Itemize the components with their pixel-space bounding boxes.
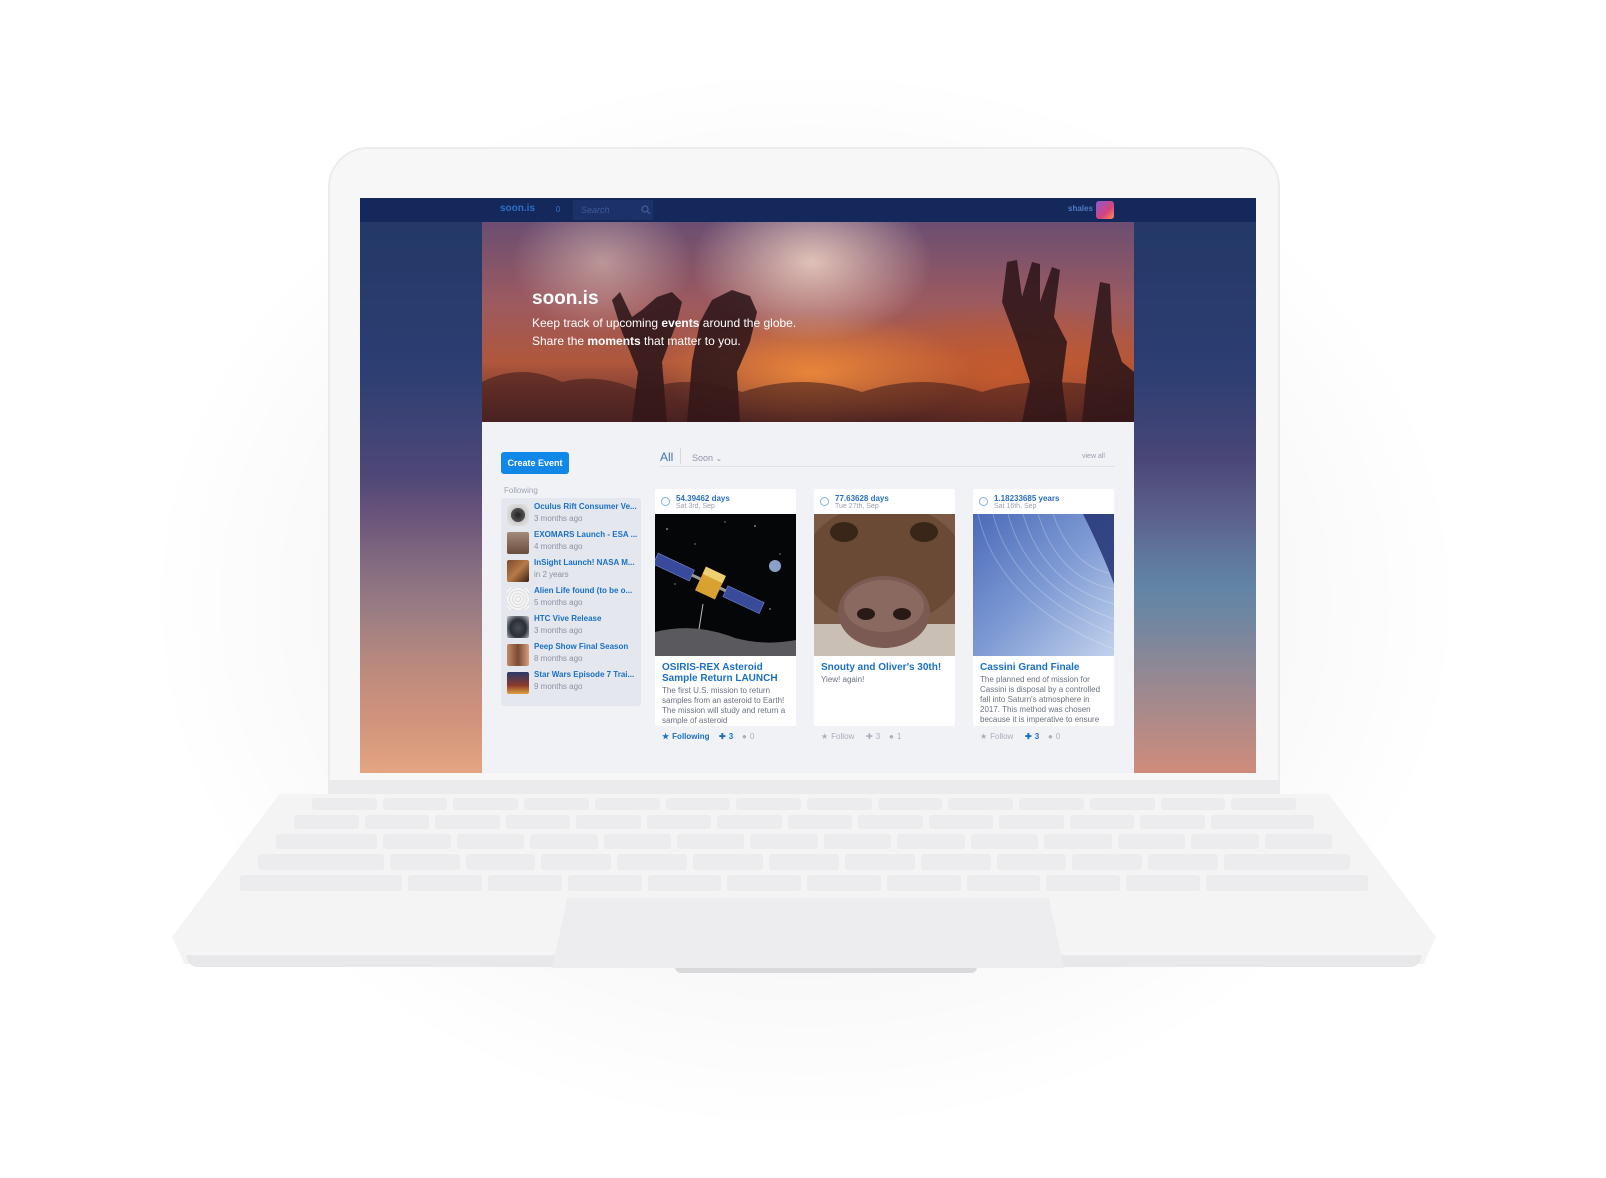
- event-countdown: 77.63628 days: [835, 494, 889, 503]
- filter-all-tab[interactable]: All: [660, 450, 673, 464]
- event-description: The first U.S. mission to return samples…: [662, 686, 786, 725]
- background-glow-left: [360, 478, 482, 773]
- following-item-alien-life[interactable]: Alien Life found (to be o... 5 months ag…: [507, 586, 639, 614]
- hero-title: soon.is: [532, 288, 599, 309]
- comment-icon: ●: [1048, 732, 1053, 741]
- comment-count[interactable]: ● 0: [742, 732, 754, 741]
- following-item-title[interactable]: Star Wars Episode 7 Trai...: [534, 670, 638, 679]
- view-all-link[interactable]: view all: [1082, 453, 1105, 460]
- following-item-time: 3 months ago: [534, 626, 583, 635]
- plus-icon: ✚: [866, 732, 873, 741]
- event-title[interactable]: Snouty and Oliver's 30th!: [821, 662, 951, 673]
- clock-icon: [979, 497, 988, 506]
- following-item-title[interactable]: HTC Vive Release: [534, 614, 638, 623]
- following-thumb: [507, 588, 529, 610]
- hero-tagline-line1: Keep track of upcoming events around the…: [532, 316, 797, 330]
- following-item-time: in 2 years: [534, 570, 569, 579]
- comment-icon: ●: [889, 732, 894, 741]
- star-icon: ★: [662, 732, 670, 741]
- filter-divider: [680, 448, 681, 464]
- event-date: Tue 27th, Sep: [835, 503, 879, 510]
- top-navbar: soon.is 0 shales: [360, 198, 1256, 222]
- event-date: Sat 16th, Sep: [994, 503, 1037, 510]
- following-item-title[interactable]: InSight Launch! NASA M...: [534, 558, 638, 567]
- following-item-title[interactable]: EXOMARS Launch - ESA ...: [534, 530, 638, 539]
- create-event-button[interactable]: Create Event: [501, 452, 569, 474]
- chevron-down-icon: ⌄: [715, 454, 723, 463]
- plus-count[interactable]: ✚ 3: [1025, 732, 1039, 741]
- following-thumb: [507, 616, 529, 638]
- search-icon[interactable]: [640, 204, 652, 216]
- event-description: Yiew! again!: [821, 675, 865, 684]
- follow-button[interactable]: ★ Follow: [980, 732, 1013, 741]
- following-thumb: [507, 672, 529, 694]
- event-card[interactable]: 1.18233685 years Sat 16th, Sep Cassini G…: [973, 489, 1114, 726]
- following-label: Following: [504, 486, 538, 495]
- following-item-insight[interactable]: InSight Launch! NASA M... in 2 years: [507, 558, 639, 586]
- following-item-star-wars[interactable]: Star Wars Episode 7 Trai... 9 months ago: [507, 670, 639, 698]
- event-image[interactable]: [973, 514, 1114, 656]
- following-list: Oculus Rift Consumer Ve... 3 months ago …: [501, 498, 641, 706]
- star-icon: ★: [821, 732, 829, 741]
- following-item-title[interactable]: Alien Life found (to be o...: [534, 586, 638, 595]
- following-thumb: [507, 560, 529, 582]
- event-description: The planned end of mission for Cassini i…: [980, 675, 1101, 724]
- following-item-oculus[interactable]: Oculus Rift Consumer Ve... 3 months ago: [507, 502, 639, 530]
- event-image[interactable]: [655, 514, 796, 656]
- notification-count[interactable]: 0: [550, 198, 566, 222]
- username[interactable]: shales: [1068, 204, 1093, 213]
- following-item-time: 8 months ago: [534, 654, 583, 663]
- plus-icon: ✚: [719, 732, 726, 741]
- star-icon: ★: [980, 732, 988, 741]
- following-item-exomars[interactable]: EXOMARS Launch - ESA ... 4 months ago: [507, 530, 639, 558]
- clock-icon: [661, 497, 670, 506]
- following-item-time: 5 months ago: [534, 598, 583, 607]
- background-glow-right: [1134, 458, 1256, 773]
- follow-button[interactable]: ★ Follow: [821, 732, 854, 741]
- comment-count[interactable]: ● 1: [889, 732, 901, 741]
- filter-soon-dropdown[interactable]: Soon ⌄: [692, 453, 722, 463]
- following-item-title[interactable]: Peep Show Final Season: [534, 642, 638, 651]
- comment-count[interactable]: ● 0: [1048, 732, 1060, 741]
- event-countdown: 1.18233685 years: [994, 494, 1060, 503]
- laptop-hinge: [328, 780, 1280, 794]
- following-item-time: 3 months ago: [534, 514, 583, 523]
- main-page: soon.is Keep track of upcoming events ar…: [482, 222, 1134, 773]
- nav-logo[interactable]: soon.is: [500, 203, 535, 214]
- hero-tagline-line2: Share the moments that matter to you.: [532, 334, 741, 348]
- event-card[interactable]: 54.39462 days Sat 3rd, Sep OSIRIS-REX As…: [655, 489, 796, 726]
- user-avatar[interactable]: [1096, 201, 1114, 219]
- following-item-htc-vive[interactable]: HTC Vive Release 3 months ago: [507, 614, 639, 642]
- following-item-peep-show[interactable]: Peep Show Final Season 8 months ago: [507, 642, 639, 670]
- event-date: Sat 3rd, Sep: [676, 503, 715, 510]
- following-item-time: 4 months ago: [534, 542, 583, 551]
- following-thumb: [507, 504, 529, 526]
- event-title[interactable]: Cassini Grand Finale: [980, 662, 1110, 673]
- event-title[interactable]: OSIRIS-REX Asteroid Sample Return LAUNCH: [662, 662, 792, 684]
- event-image[interactable]: [814, 514, 955, 656]
- filter-soon-label: Soon: [692, 453, 714, 463]
- following-thumb: [507, 644, 529, 666]
- event-card[interactable]: 77.63628 days Tue 27th, Sep Snouty and O…: [814, 489, 955, 726]
- plus-count[interactable]: ✚ 3: [719, 732, 733, 741]
- clock-icon: [820, 497, 829, 506]
- following-item-title[interactable]: Oculus Rift Consumer Ve...: [534, 502, 638, 511]
- event-countdown: 54.39462 days: [676, 494, 730, 503]
- touchpad: [552, 898, 1064, 968]
- hero-banner: soon.is Keep track of upcoming events ar…: [482, 222, 1134, 422]
- plus-count[interactable]: ✚ 3: [866, 732, 880, 741]
- plus-icon: ✚: [1025, 732, 1032, 741]
- comment-icon: ●: [742, 732, 747, 741]
- screen: soon.is 0 shales soon.is Keep: [360, 198, 1256, 773]
- filter-underline: [660, 466, 1115, 467]
- following-button[interactable]: ★ Following: [662, 732, 710, 741]
- following-item-time: 9 months ago: [534, 682, 583, 691]
- following-thumb: [507, 532, 529, 554]
